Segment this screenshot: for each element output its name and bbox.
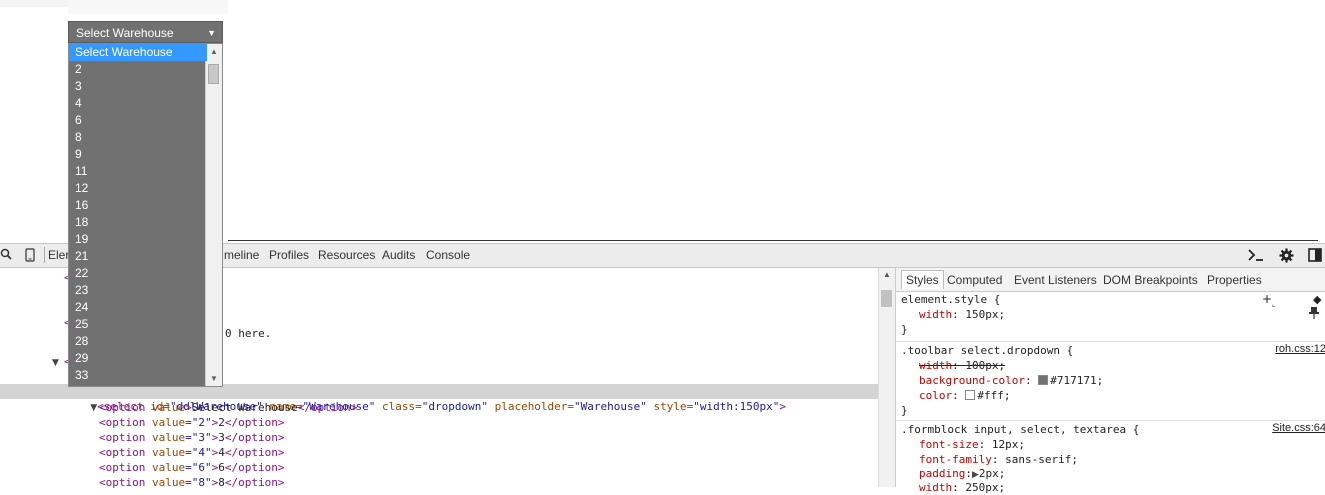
warehouse-option[interactable]: 22 (69, 265, 207, 282)
option-node[interactable]: <option value="6">6</option> (99, 460, 284, 475)
warehouse-option[interactable]: 3 (69, 78, 207, 95)
option-node[interactable]: <option value="8">8</option> (99, 475, 284, 490)
color-swatch[interactable] (965, 390, 976, 400)
color-swatch[interactable] (1038, 375, 1049, 385)
tab-styles[interactable]: Styles (901, 270, 944, 289)
warehouse-option[interactable]: 2 (69, 61, 207, 78)
warehouse-options-list[interactable]: ▲ ▼ Select Warehouse 2 3 4 6 8 9 11 12 16 18 19 21 22… (68, 43, 223, 387)
chevron-down-icon[interactable]: ▼ (207, 22, 216, 44)
tab-elements[interactable]: Eler (48, 248, 69, 262)
warehouse-option[interactable]: 16 (69, 197, 207, 214)
rule-declaration: width: 100px; (919, 359, 1006, 372)
dom-text-fragment: 0 here. (225, 327, 272, 340)
warehouse-option[interactable]: 12 (69, 180, 207, 197)
expand-triangle-icon[interactable]: ▶ (972, 470, 979, 480)
warehouse-select-display[interactable]: Select Warehouse ▼ (68, 21, 223, 43)
option-node[interactable]: <option value="4">4</option> (99, 445, 284, 460)
dock-icon[interactable] (1308, 248, 1322, 262)
page-strip-top (68, 0, 228, 14)
rule-selector: .toolbar select.dropdown { (901, 344, 1074, 357)
tab-computed[interactable]: Computed (947, 273, 1002, 287)
warehouse-option[interactable]: 4 (69, 95, 207, 112)
console-drawer-icon[interactable] (1248, 248, 1263, 262)
rule-close: } (901, 323, 908, 336)
styles-sidebar: Styles Computed Event Listeners DOM Brea… (895, 268, 1325, 494)
warehouse-option[interactable]: 29 (69, 350, 207, 367)
scroll-thumb[interactable] (881, 290, 892, 307)
elements-scrollbar[interactable]: ▲ (878, 268, 895, 487)
rule-declaration: width: 150px; (919, 308, 1006, 321)
device-icon[interactable] (25, 248, 39, 262)
element-style-rule: element.style { +⌞ ◆ width: 150px; } (896, 292, 1325, 338)
warehouse-select[interactable]: Select Warehouse ▼ ▲ ▼ Select Warehouse 2… (68, 21, 223, 387)
page-strip-left (0, 0, 68, 7)
styles-tabs: Styles Computed Event Listeners DOM Brea… (896, 268, 1325, 292)
warehouse-option[interactable]: 19 (69, 231, 207, 248)
tab-resources[interactable]: Resources (318, 248, 375, 262)
scroll-up-icon[interactable]: ▲ (210, 47, 218, 56)
toolbar-separator (44, 247, 45, 263)
warehouse-option[interactable]: Select Warehouse (69, 44, 207, 61)
warehouse-option[interactable]: 18 (69, 214, 207, 231)
rule-selector: element.style { (901, 293, 1001, 306)
warehouse-option[interactable]: 25 (69, 316, 207, 333)
gear-icon[interactable] (1279, 248, 1294, 263)
dropdown-scrollbar[interactable]: ▲ ▼ (205, 44, 222, 386)
warehouse-option[interactable]: 23 (69, 282, 207, 299)
warehouse-option[interactable]: 33 (69, 367, 207, 384)
warehouse-select-value: Select Warehouse (76, 26, 174, 40)
rule-declaration: background-color: #717171; (919, 374, 1104, 387)
rule-separator (896, 420, 1325, 421)
tab-event-listeners[interactable]: Event Listeners (1014, 273, 1097, 287)
rule-declaration: color: #fff; (919, 389, 1011, 402)
warehouse-option[interactable]: 24 (69, 299, 207, 316)
warehouse-option[interactable]: 8 (69, 129, 207, 146)
scroll-thumb[interactable] (208, 64, 219, 84)
option-node[interactable]: <option value="3">3</option> (99, 430, 284, 445)
add-style-icon[interactable]: +⌞ (1262, 292, 1275, 312)
warehouse-option[interactable]: 28 (69, 333, 207, 350)
collapse-triangle-icon[interactable]: ▼ (52, 356, 59, 371)
page-divider (228, 240, 1318, 241)
tab-dom-breakpoints[interactable]: DOM Breakpoints (1103, 273, 1198, 287)
option-node[interactable]: <option value>Select Warehouse</option> (99, 400, 357, 415)
rule-source-link[interactable]: roh.css:12 (1275, 343, 1325, 355)
rule-close: } (901, 404, 908, 417)
warehouse-option[interactable]: 21 (69, 248, 207, 265)
rule-declaration: font-size: 12px; (919, 438, 1025, 451)
tab-console[interactable]: Console (426, 248, 470, 262)
tab-audits[interactable]: Audits (382, 248, 415, 262)
warehouse-option[interactable]: 9 (69, 146, 207, 163)
scroll-up-icon[interactable]: ▲ (883, 270, 891, 279)
color-format-icon[interactable]: ◆ (1313, 292, 1321, 307)
rule-declaration: width: 250px; (919, 481, 1006, 494)
rule-source-link[interactable]: Site.css:64 (1272, 422, 1325, 434)
tab-timeline[interactable]: meline (224, 248, 259, 262)
scroll-down-icon[interactable]: ▼ (210, 374, 218, 383)
search-icon[interactable] (0, 248, 14, 262)
rule-declaration: font-family: sans-serif; (919, 453, 1078, 466)
warehouse-option[interactable]: 6 (69, 112, 207, 129)
formblock-rule: .formblock input, select, textarea { Sit… (896, 422, 1325, 494)
tab-profiles[interactable]: Profiles (269, 248, 309, 262)
option-node[interactable]: <option value="2">2</option> (99, 415, 284, 430)
rule-selector: .formblock input, select, textarea { (901, 423, 1140, 436)
warehouse-option[interactable]: 11 (69, 163, 207, 180)
tab-properties[interactable]: Properties (1207, 273, 1262, 287)
rule-separator (896, 341, 1325, 342)
toolbar-dropdown-rule: .toolbar select.dropdown { roh.css:12 wi… (896, 343, 1325, 418)
